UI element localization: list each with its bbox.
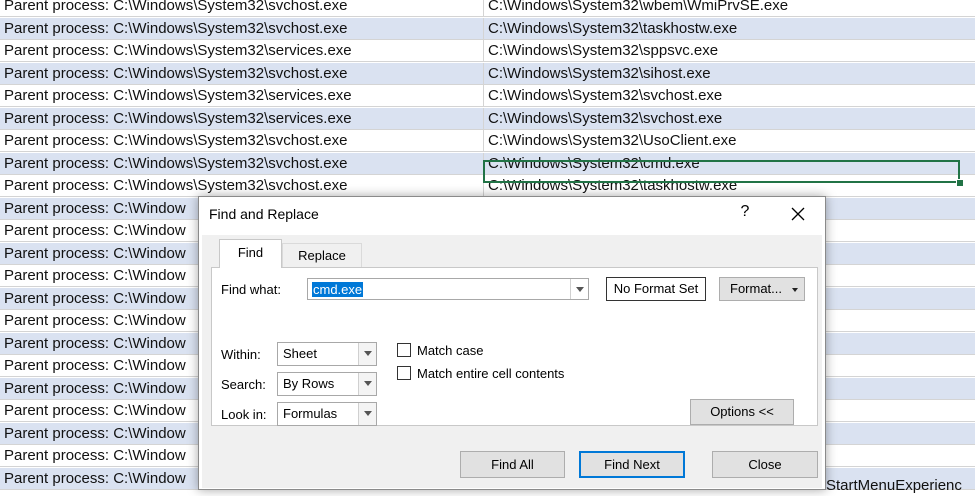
cell-parent-process[interactable]: Parent process: C:\Windows\System32\svch… (0, 62, 484, 84)
cell-process-path[interactable]: C:\Windows\System32\sppsvc.exe (484, 40, 960, 61)
cell-process-path[interactable]: C:\Windows\System32\wbem\WmiPrvSE.exe (484, 0, 960, 16)
cell-parent-process[interactable]: Parent process: C:\Windows\System32\svch… (0, 0, 484, 16)
cell-process-path[interactable]: C:\Windows\System32\taskhostw.exe (484, 175, 960, 196)
chevron-down-icon[interactable] (570, 279, 588, 299)
chevron-down-icon[interactable] (358, 403, 376, 425)
cell-parent-process[interactable]: Parent process: C:\Windows\System32\svch… (0, 152, 484, 174)
cell-overflow-text: StartMenuExperienc (826, 477, 962, 494)
cell-process-path[interactable]: C:\Windows\System32\sihost.exe (484, 63, 960, 84)
close-button[interactable]: Close (712, 451, 818, 478)
cell-process-path[interactable]: C:\Windows\System32\taskhostw.exe (484, 18, 960, 39)
find-what-input[interactable]: cmd.exe (307, 278, 589, 300)
find-replace-dialog: Find and Replace ? Find Replace Find wha… (198, 196, 826, 490)
table-row[interactable]: Parent process: C:\Windows\System32\svch… (0, 130, 975, 152)
table-row[interactable]: Parent process: C:\Windows\System32\serv… (0, 85, 975, 107)
caret-down-icon (792, 288, 798, 292)
within-select[interactable]: Sheet (277, 342, 377, 366)
help-button[interactable]: ? (737, 203, 753, 221)
cell-parent-process[interactable]: Parent process: C:\Windows\System32\svch… (0, 17, 484, 39)
cell-parent-process[interactable]: Parent process: C:\Windows\System32\serv… (0, 40, 484, 61)
format-preview: No Format Set (606, 277, 706, 301)
dialog-title: Find and Replace (209, 206, 319, 222)
fill-handle[interactable] (956, 179, 964, 187)
lookin-label: Look in: (221, 407, 267, 422)
cell-parent-process[interactable]: Parent process: C:\Windows\System32\svch… (0, 130, 484, 151)
format-button[interactable]: Format... (719, 277, 805, 301)
within-value: Sheet (283, 346, 317, 361)
lookin-select[interactable]: Formulas (277, 402, 377, 426)
chevron-down-icon[interactable] (358, 343, 376, 365)
cell-parent-process[interactable]: Parent process: C:\Windows\System32\serv… (0, 85, 484, 106)
search-value: By Rows (283, 376, 335, 391)
dialog-body: Find Replace Find what: cmd.exe No Forma… (202, 235, 822, 488)
find-what-value: cmd.exe (312, 282, 364, 297)
cell-process-path[interactable]: C:\Windows\System32\cmd.exe (484, 153, 960, 174)
find-all-button[interactable]: Find All (460, 451, 565, 478)
cell-process-path[interactable]: C:\Windows\System32\svchost.exe (484, 85, 960, 106)
search-label: Search: (221, 377, 266, 392)
table-row[interactable]: Parent process: C:\Windows\System32\serv… (0, 40, 975, 62)
match-case-checkbox[interactable] (397, 343, 411, 357)
chevron-down-icon[interactable] (358, 373, 376, 395)
lookin-value: Formulas (283, 406, 338, 421)
match-entire-label: Match entire cell contents (417, 366, 565, 381)
cell-parent-process[interactable]: Parent process: C:\Windows\System32\serv… (0, 107, 484, 129)
find-next-button[interactable]: Find Next (579, 451, 685, 478)
cell-process-path[interactable]: C:\Windows\System32\UsoClient.exe (484, 130, 960, 151)
table-row[interactable]: Parent process: C:\Windows\System32\svch… (0, 152, 975, 175)
search-select[interactable]: By Rows (277, 372, 377, 396)
table-row[interactable]: Parent process: C:\Windows\System32\svch… (0, 62, 975, 85)
table-row[interactable]: Parent process: C:\Windows\System32\svch… (0, 0, 975, 17)
match-case-label: Match case (417, 343, 484, 358)
tab-find[interactable]: Find (219, 239, 282, 268)
tab-replace[interactable]: Replace (282, 243, 362, 268)
within-label: Within: (221, 347, 261, 362)
options-button[interactable]: Options << (690, 399, 794, 425)
find-what-label: Find what: (221, 282, 281, 297)
table-row[interactable]: Parent process: C:\Windows\System32\svch… (0, 17, 975, 40)
cell-process-path[interactable]: C:\Windows\System32\svchost.exe (484, 108, 960, 129)
format-button-label: Format... (730, 281, 783, 296)
table-row[interactable]: Parent process: C:\Windows\System32\svch… (0, 175, 975, 197)
close-icon[interactable] (787, 203, 809, 225)
table-row[interactable]: Parent process: C:\Windows\System32\serv… (0, 107, 975, 130)
match-entire-checkbox[interactable] (397, 366, 411, 380)
cell-parent-process[interactable]: Parent process: C:\Windows\System32\svch… (0, 175, 484, 196)
